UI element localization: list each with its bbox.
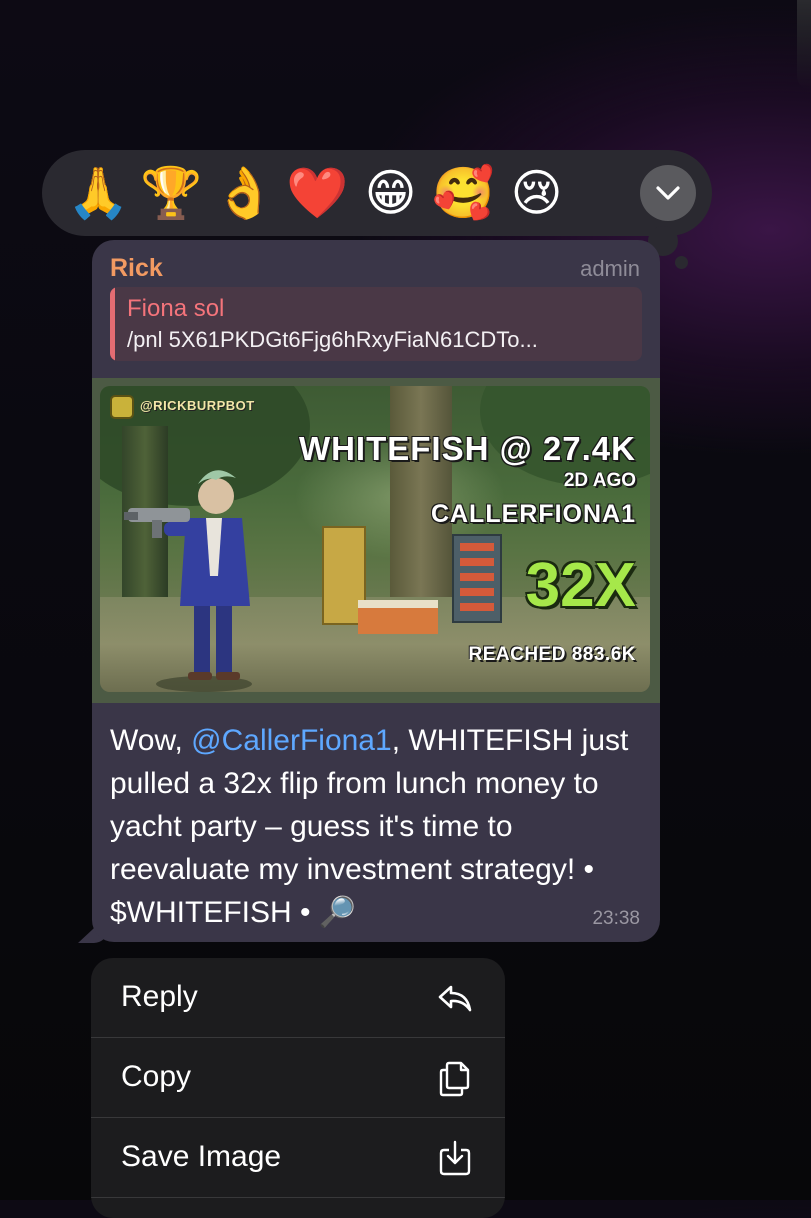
menu-item-save-image[interactable]: Save Image [91, 1118, 505, 1196]
copy-icon [439, 1061, 470, 1097]
message-text-prefix: Wow, [110, 724, 192, 757]
stall-counter [358, 600, 438, 634]
card-caller: CALLERFIONA1 [430, 500, 636, 528]
save-image-icon [439, 1140, 471, 1176]
window-corner [797, 0, 811, 90]
pnl-card-image: @RICKBURPBOT WHITEFISH @ 27.4K 2D AGO CA… [100, 386, 650, 692]
reply-quote[interactable]: Fiona sol /pnl 5X61PKDGt6Fjg6hRxyFiaN61C… [110, 287, 642, 361]
reaction-smiling-hearts[interactable]: 🥰 [431, 161, 496, 226]
reaction-pray[interactable]: 🙏 [66, 161, 131, 226]
context-menu: Reply Copy Save Image [91, 958, 505, 1218]
reply-text: /pnl 5X61PKDGt6Fjg6hRxyFiaN61CDTo... [127, 327, 538, 352]
card-multiple: 32X [525, 551, 636, 620]
reply-accent-bar [110, 287, 115, 361]
message-bubble[interactable]: Rick admin Fiona sol /pnl 5X61PKDGt6Fjg6… [92, 240, 660, 942]
card-age: 2D AGO [563, 470, 636, 491]
menu-item-label: Copy [121, 1060, 192, 1093]
menu-item-reply[interactable]: Reply [91, 958, 505, 1036]
reaction-heart[interactable]: ❤️ [285, 161, 350, 226]
menu-item-copy[interactable]: Copy [91, 1038, 505, 1116]
reply-icon [438, 985, 472, 1012]
message-image[interactable]: @RICKBURPBOT WHITEFISH @ 27.4K 2D AGO CA… [92, 378, 660, 703]
menu-item-label: Save Image [121, 1140, 282, 1173]
character-illustration [124, 470, 252, 692]
sender-name[interactable]: Rick [110, 254, 163, 283]
bot-handle: @RICKBURPBOT [140, 398, 255, 413]
card-reached: REACHED 883.6K [468, 644, 636, 665]
stall-shelf [452, 534, 502, 623]
reaction-ok-hand[interactable]: 👌 [212, 161, 277, 226]
message-timestamp: 23:38 [592, 908, 640, 929]
message-text: Wow, @CallerFiona1, WHITEFISH just pulle… [110, 719, 650, 934]
card-title: WHITEFISH @ 27.4K [298, 430, 636, 467]
mention-link[interactable]: @CallerFiona1 [191, 724, 392, 757]
reaction-bar-tail-dot [675, 256, 688, 269]
sender-role-badge: admin [580, 256, 640, 281]
menu-item-label: Reply [121, 980, 198, 1013]
reaction-crying[interactable]: 😢 [504, 161, 569, 226]
reaction-grin[interactable]: 😁 [358, 161, 423, 226]
reaction-trophy[interactable]: 🏆 [139, 161, 204, 226]
menu-divider [91, 1197, 505, 1198]
reaction-bar: 🙏 🏆 👌 ❤️ 😁 🥰 😢 [42, 150, 712, 236]
chevron-down-icon [656, 186, 680, 200]
reply-author: Fiona sol [127, 295, 225, 322]
bot-logo-icon [110, 395, 134, 419]
expand-reactions-button[interactable] [640, 165, 696, 221]
